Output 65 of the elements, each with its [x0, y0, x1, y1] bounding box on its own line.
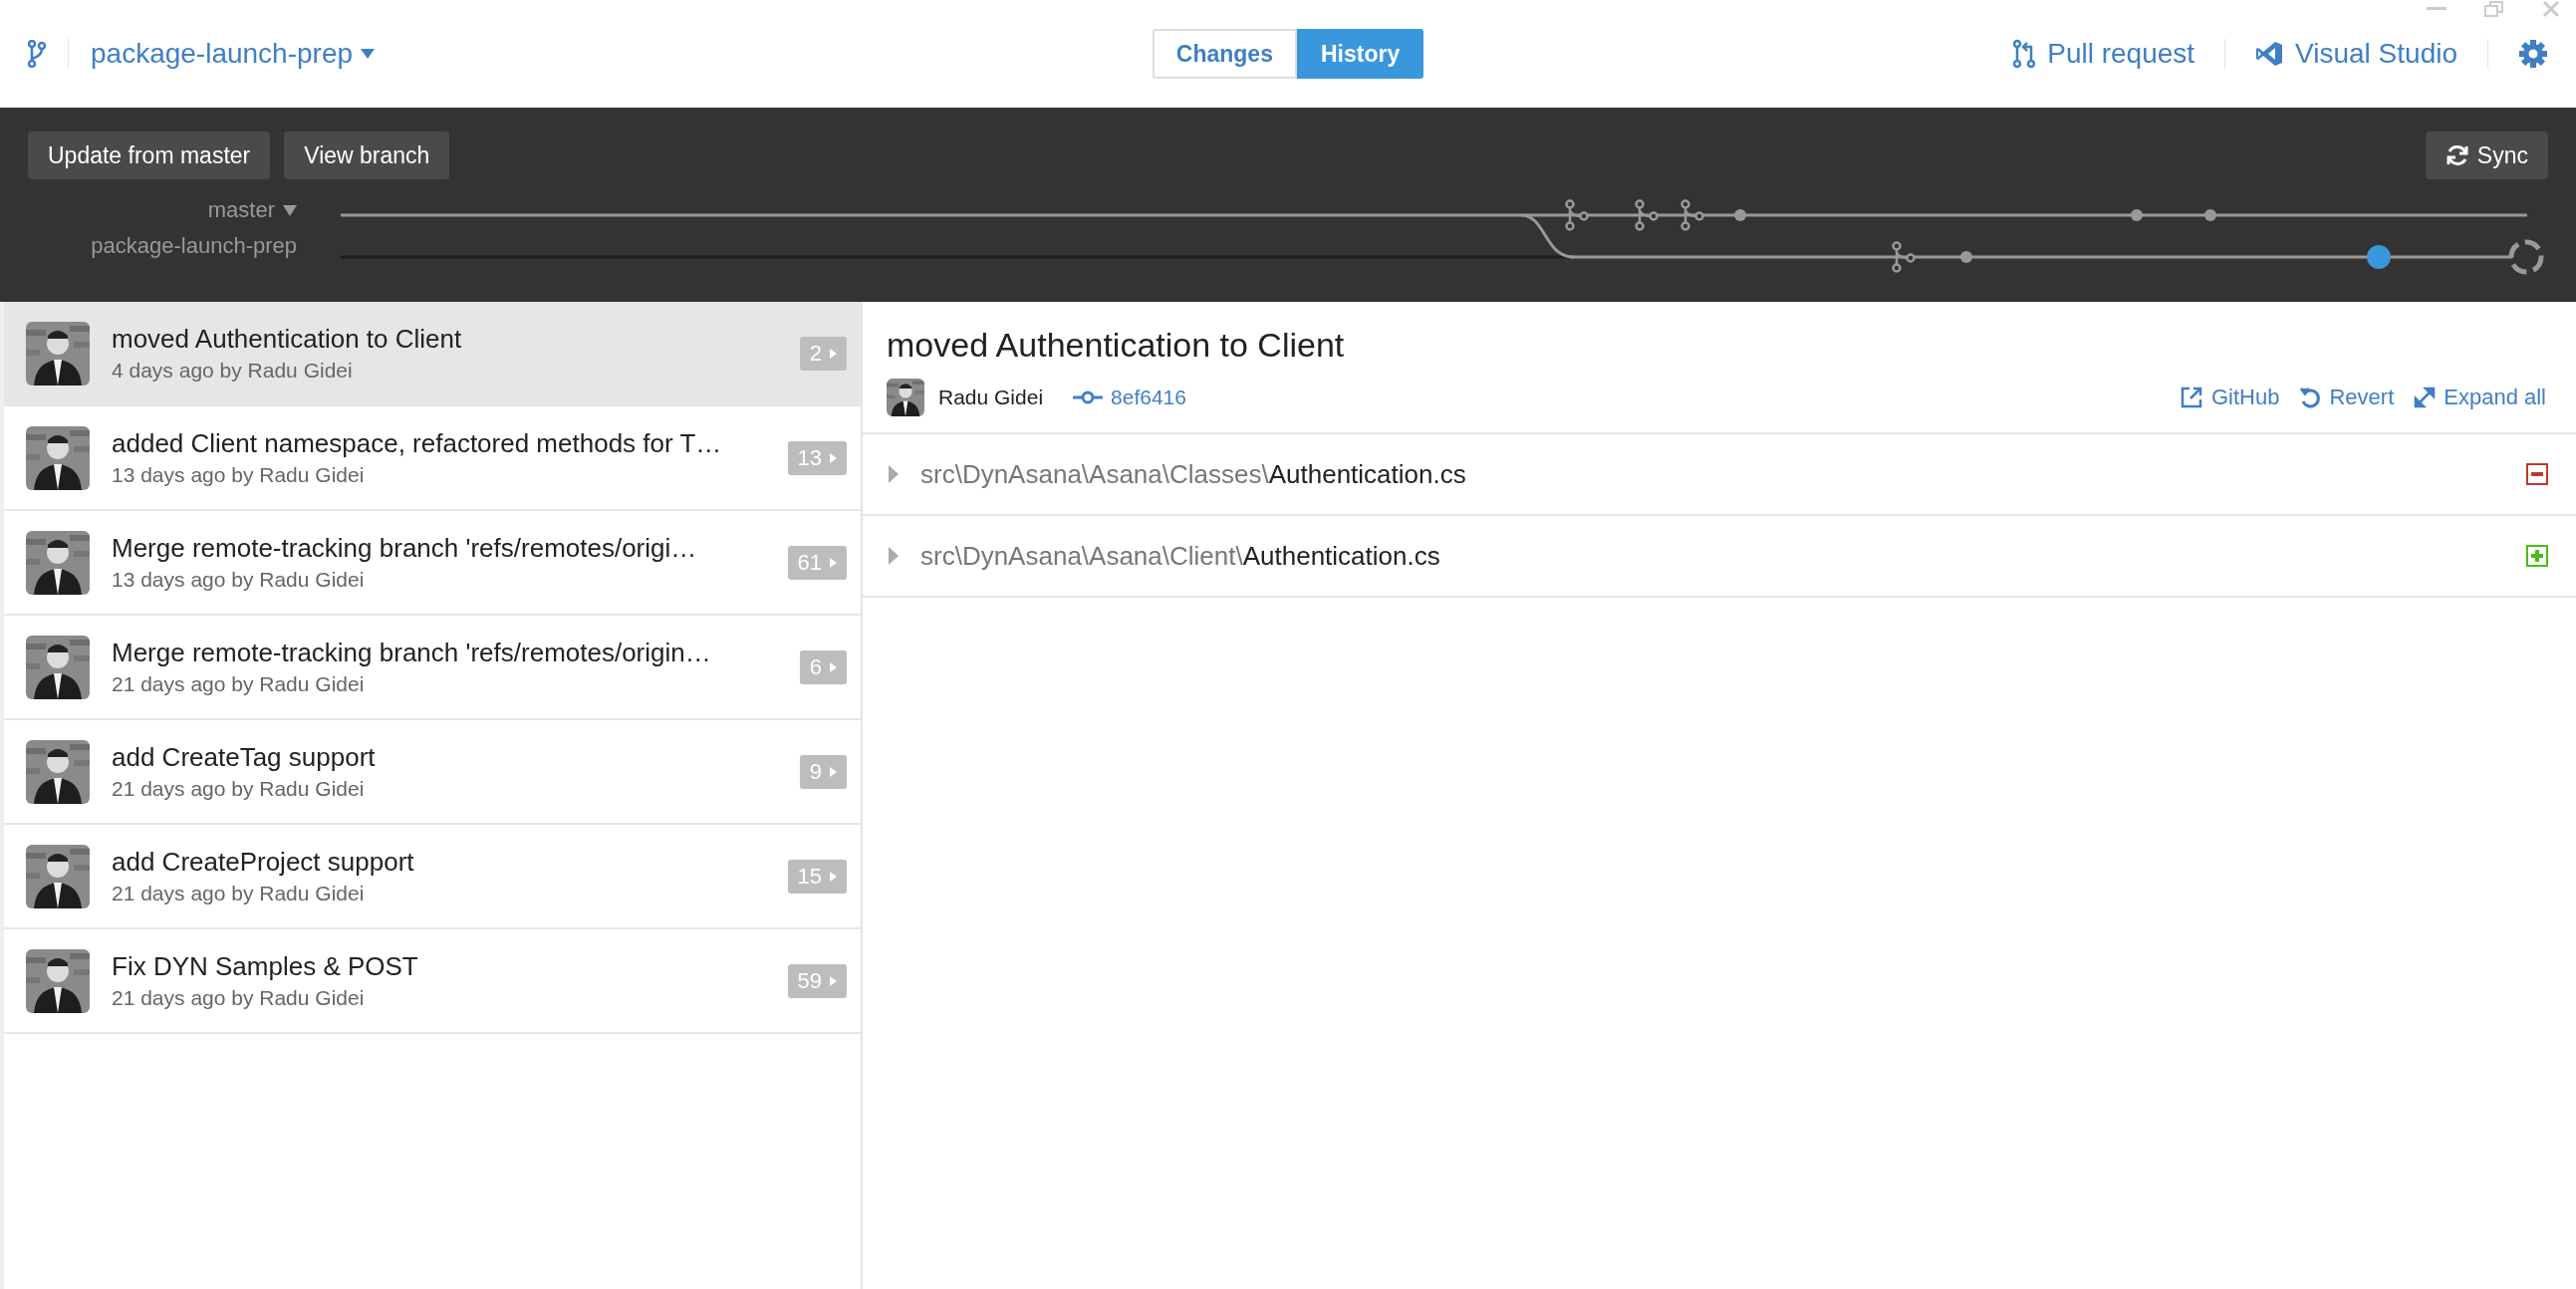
merge-commit-icon [1680, 199, 1704, 231]
caret-icon [830, 975, 837, 986]
commit-meta: 21 days ago by Radu Gidei [112, 986, 366, 1010]
commit-dot[interactable] [2131, 209, 2143, 221]
commit-title: Merge remote-tracking branch 'refs/remotes/origi… [112, 533, 698, 564]
commit-dot[interactable] [1734, 209, 1746, 221]
toolbar-link[interactable]: Pull request [2013, 38, 2195, 70]
commit-title: added Client namespace, refactored methods for T… [112, 428, 723, 459]
sync-button[interactable]: Sync [2425, 131, 2548, 179]
merge-commit-icon [1892, 241, 1916, 273]
added-file-icon [2526, 545, 2548, 567]
caret-icon [830, 557, 837, 568]
branch-label: master [207, 197, 297, 223]
merge-commit-icon [1565, 199, 1589, 231]
commit-title: add CreateProject support [112, 847, 415, 878]
commit-meta: 13 days ago by Radu Gidei [112, 568, 366, 592]
caret-icon [830, 871, 837, 882]
caret-icon [361, 49, 376, 59]
branch-action-button[interactable]: View branch [284, 131, 450, 179]
caret-icon [830, 452, 837, 463]
undo-icon [2299, 386, 2322, 409]
branch-icon [28, 40, 46, 68]
branch-action-button[interactable]: Update from master [28, 131, 271, 179]
commit-title: add CreateTag support [112, 742, 377, 773]
external-link-icon [2179, 386, 2203, 409]
view-tab[interactable]: History [1296, 29, 1424, 79]
settings-icon[interactable] [2518, 39, 2548, 69]
merge-commit-icon [1635, 199, 1659, 231]
pull-request-icon [2013, 39, 2036, 69]
expand-icon [2414, 387, 2437, 408]
commit-meta: 13 days ago by Radu Gidei [112, 463, 366, 487]
commit-action-link[interactable]: GitHub [2179, 385, 2280, 410]
selected-commit-dot[interactable] [2367, 245, 2391, 269]
branch-label: package-launch-prep [91, 233, 297, 259]
commit-action-link[interactable]: Revert [2299, 385, 2395, 410]
expand-arrow-icon[interactable] [889, 465, 899, 483]
toolbar-link[interactable]: Visual Studio [2255, 38, 2457, 70]
visual-studio-icon [2255, 40, 2284, 68]
commit-meta: 21 days ago by Radu Gidei [112, 777, 366, 801]
uncommitted-ring-icon [2508, 239, 2544, 275]
commit-title: moved Authentication to Client [112, 324, 463, 355]
commit-row[interactable]: moved Authentication to Client 4 days ago by Radu Gidei 2 [4, 302, 861, 406]
commit-title: Merge remote-tracking branch 'refs/remotes/origin… [112, 638, 712, 668]
author-name: Radu Gidei [938, 386, 1044, 409]
commit-meta: 21 days ago by Radu Gidei [112, 672, 366, 696]
commit-meta: 4 days ago by Radu Gidei [112, 359, 354, 383]
commit-icon [1073, 390, 1104, 404]
caret-icon[interactable] [283, 204, 297, 216]
sync-icon [2445, 143, 2469, 167]
file-path: src\DynAsana\Asana\Client\Authentication.cs [920, 540, 1441, 572]
caret-icon [830, 348, 837, 359]
commit-dot[interactable] [2204, 209, 2216, 221]
commit-heading: moved Authentication to Client [887, 326, 1346, 365]
view-tab[interactable]: Changes [1152, 29, 1297, 79]
commit-action-link[interactable]: Expand all [2414, 385, 2546, 410]
commit-title: Fix DYN Samples & POST [112, 951, 419, 982]
commit-hash-link[interactable]: 8ef6416 [1073, 386, 1186, 409]
commit-meta: 21 days ago by Radu Gidei [112, 882, 366, 905]
branch-dropdown[interactable]: package-launch-prep [91, 38, 376, 70]
file-path: src\DynAsana\Asana\Classes\Authentication.cs [920, 458, 1467, 490]
caret-icon [830, 661, 837, 672]
expand-arrow-icon[interactable] [889, 547, 899, 565]
commit-dot[interactable] [1960, 251, 1972, 263]
caret-icon [830, 766, 837, 777]
removed-file-icon [2526, 463, 2548, 485]
